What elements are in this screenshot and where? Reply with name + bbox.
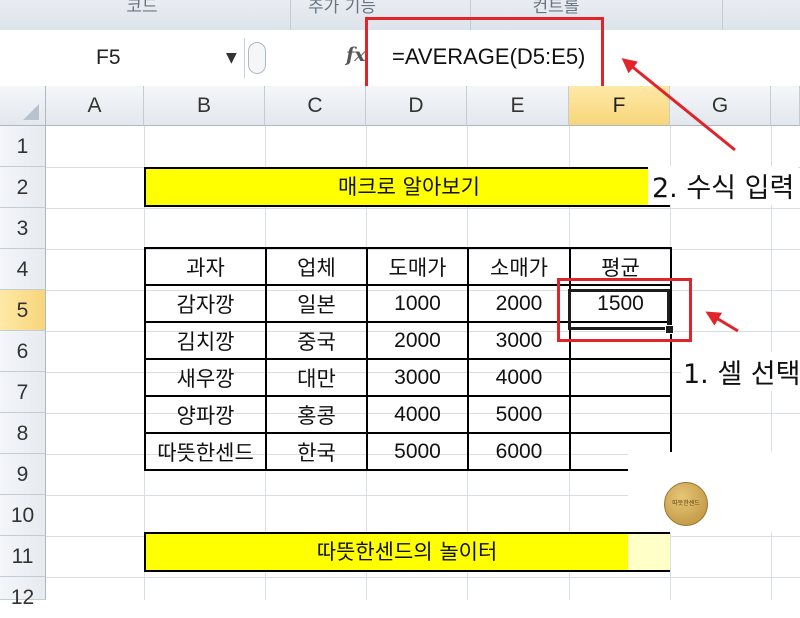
cell-highlight-box [557, 278, 692, 342]
insert-function-icon[interactable]: fx [346, 44, 366, 66]
ribbon-group-addins[interactable]: 추가 기능 [242, 0, 442, 17]
table-row: 따뜻한센드 한국 5000 6000 [144, 432, 672, 471]
table-cell[interactable]: 5000 [366, 432, 469, 471]
row-header-2[interactable]: 2 [0, 167, 46, 208]
row-header-12[interactable]: 12 [0, 577, 46, 609]
table-cell[interactable]: 4000 [366, 395, 469, 434]
table-cell[interactable]: 1000 [366, 284, 469, 323]
column-header-d[interactable]: D [366, 86, 467, 126]
blank-overlay [628, 452, 800, 532]
column-header-a[interactable]: A [46, 86, 144, 126]
column-header-b[interactable]: B [144, 86, 265, 126]
title-banner-text: 매크로 알아보기 [338, 175, 480, 199]
table-row: 양파깡 홍콩 4000 5000 [144, 395, 672, 434]
row-header-5[interactable]: 5 [0, 290, 46, 331]
blank-overlay [628, 534, 670, 570]
name-box[interactable]: F5 ▼ [0, 38, 245, 78]
header-cell-wholesale[interactable]: 도매가 [366, 247, 469, 286]
formula-bar-resize-handle[interactable] [248, 42, 266, 74]
table-cell[interactable]: 3000 [366, 358, 469, 397]
title-banner-cell[interactable]: 매크로 알아보기 [144, 167, 670, 207]
row-header-11[interactable]: 11 [0, 536, 46, 577]
annotation-formula-step: 2. 수식 입력 [648, 166, 799, 205]
table-cell[interactable]: 양파깡 [144, 395, 267, 434]
table-cell[interactable]: 따뜻한센드 [144, 432, 267, 471]
watermark-text: 따뜻한센드 [672, 500, 700, 507]
row-header-7[interactable]: 7 [0, 372, 46, 413]
row-header-9[interactable]: 9 [0, 454, 46, 495]
grid-line [46, 577, 800, 578]
table-cell[interactable]: 2000 [467, 284, 571, 323]
table-cell[interactable]: 5000 [467, 395, 571, 434]
column-header-f[interactable]: F [569, 86, 670, 126]
table-cell[interactable]: 2000 [366, 321, 469, 360]
ribbon-group-controls[interactable]: 컨트롤 [456, 0, 656, 17]
footer-banner-cell[interactable]: 따뜻한센드의 놀이터 [144, 532, 670, 572]
header-cell-snack[interactable]: 과자 [144, 247, 267, 286]
table-cell[interactable]: 홍콩 [265, 395, 368, 434]
table-cell[interactable]: 감자깡 [144, 284, 267, 323]
header-cell-retail[interactable]: 소매가 [467, 247, 571, 286]
table-cell[interactable]: 대만 [265, 358, 368, 397]
table-cell[interactable]: 4000 [467, 358, 571, 397]
table-cell[interactable] [569, 395, 672, 434]
table-cell[interactable]: 새우깡 [144, 358, 267, 397]
column-header-c[interactable]: C [265, 86, 366, 126]
select-all-icon [23, 104, 39, 120]
row-header-6[interactable]: 6 [0, 331, 46, 372]
row-header-8[interactable]: 8 [0, 413, 46, 454]
table-cell[interactable]: 6000 [467, 432, 571, 471]
table-cell[interactable]: 일본 [265, 284, 368, 323]
header-cell-company[interactable]: 업체 [265, 247, 368, 286]
column-header-e[interactable]: E [467, 86, 569, 126]
chevron-down-icon[interactable]: ▼ [226, 50, 237, 66]
watermark-seal: 따뜻한센드 [664, 482, 708, 526]
table-cell[interactable]: 3000 [467, 321, 571, 360]
annotation-cell-step: 1. 셀 선택 [681, 352, 800, 391]
table-cell[interactable]: 한국 [265, 432, 368, 471]
row-header-4[interactable]: 4 [0, 249, 46, 290]
table-cell[interactable] [569, 358, 672, 397]
table-cell[interactable]: 김치깡 [144, 321, 267, 360]
column-header-h[interactable] [771, 86, 800, 126]
row-header-10[interactable]: 10 [0, 495, 46, 536]
column-header-g[interactable]: G [670, 86, 771, 126]
ribbon-group-code[interactable]: 코드 [42, 0, 242, 17]
table-cell[interactable]: 중국 [265, 321, 368, 360]
row-header-1[interactable]: 1 [0, 126, 46, 167]
row-header-3[interactable]: 3 [0, 208, 46, 249]
formula-highlight-box [365, 17, 604, 95]
select-all-corner[interactable] [0, 86, 46, 126]
ribbon-separator [722, 0, 723, 30]
grid-line [46, 208, 800, 209]
name-box-value: F5 [96, 46, 121, 69]
table-row: 새우깡 대만 3000 4000 [144, 358, 672, 397]
